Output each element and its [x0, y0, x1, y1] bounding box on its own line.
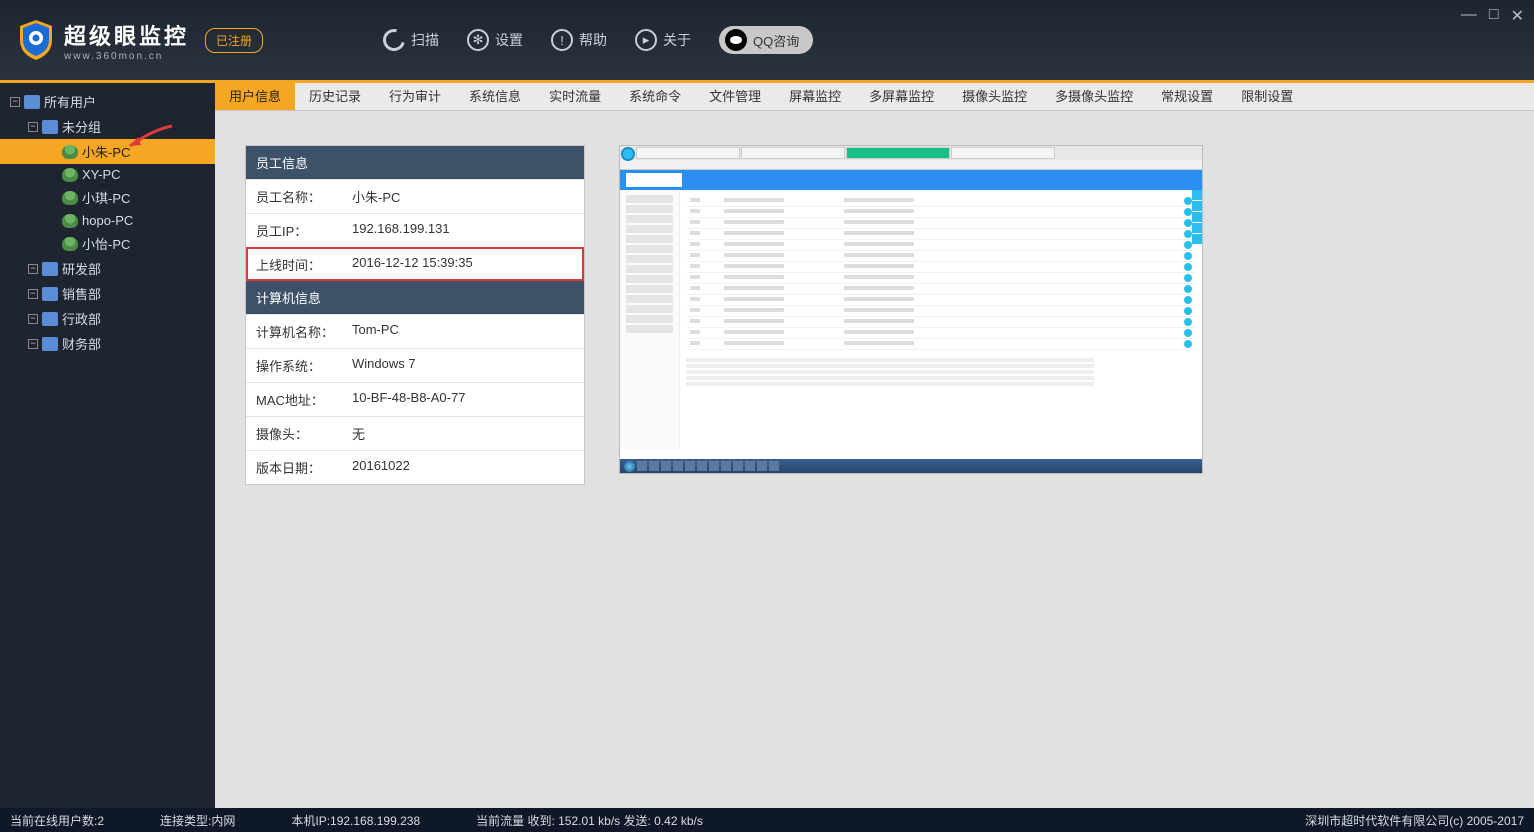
row-online-time: 上线时间：2016-12-12 15:39:35 — [246, 247, 584, 281]
qq-consult-button[interactable]: QQ咨询 — [719, 26, 813, 54]
logo-shield-icon — [16, 18, 56, 62]
tab-system-info[interactable]: 系统信息 — [455, 83, 535, 110]
scan-button[interactable]: 扫描 — [383, 29, 439, 51]
settings-button[interactable]: ✻设置 — [467, 29, 523, 51]
tree-user-xiaozhu[interactable]: 小朱-PC — [0, 139, 215, 164]
tab-file-manage[interactable]: 文件管理 — [695, 83, 775, 110]
row-mac: MAC地址：10-BF-48-B8-A0-77 — [246, 382, 584, 416]
logo-area: 超级眼监控 www.360mon.cn — [16, 18, 189, 62]
group-icon — [42, 337, 58, 351]
tree-user-hopo[interactable]: hopo-PC — [0, 210, 215, 231]
close-button[interactable]: ✕ — [1511, 6, 1524, 26]
help-icon: ! — [551, 29, 573, 51]
registered-badge[interactable]: 已注册 — [205, 28, 263, 53]
window-controls: — □ ✕ — [1461, 6, 1524, 26]
user-icon — [62, 145, 78, 159]
maximize-button[interactable]: □ — [1489, 6, 1499, 26]
row-computer-name: 计算机名称：Tom-PC — [246, 314, 584, 348]
tree-group-rd[interactable]: −研发部 — [0, 256, 215, 281]
row-employee-name: 员工名称：小朱-PC — [246, 179, 584, 213]
user-icon — [62, 237, 78, 251]
status-bar: 当前在线用户数:2 连接类型:内网 本机IP:192.168.199.238 当… — [0, 808, 1534, 832]
tree-user-xiaoyi[interactable]: 小怡-PC — [0, 231, 215, 256]
status-conn-type: 连接类型:内网 — [160, 812, 235, 829]
status-online-count: 当前在线用户数:2 — [10, 812, 104, 829]
row-os: 操作系统：Windows 7 — [246, 348, 584, 382]
collapse-icon[interactable]: − — [28, 122, 38, 132]
collapse-icon[interactable]: − — [28, 289, 38, 299]
group-icon — [42, 287, 58, 301]
qq-penguin-icon — [725, 29, 747, 51]
tab-history[interactable]: 历史记录 — [295, 83, 375, 110]
tree-user-xy[interactable]: XY-PC — [0, 164, 215, 185]
group-icon — [42, 120, 58, 134]
tree-root-all-users[interactable]: −所有用户 — [0, 89, 215, 114]
employee-info-header: 员工信息 — [246, 146, 584, 179]
tree-group-ungrouped[interactable]: −未分组 — [0, 114, 215, 139]
user-icon — [62, 191, 78, 205]
tab-realtime-traffic[interactable]: 实时流量 — [535, 83, 615, 110]
tree-group-finance[interactable]: −财务部 — [0, 331, 215, 356]
row-employee-ip: 员工IP：192.168.199.131 — [246, 213, 584, 247]
tree-group-sales[interactable]: −销售部 — [0, 281, 215, 306]
scan-icon — [379, 25, 409, 55]
collapse-icon[interactable]: − — [28, 339, 38, 349]
status-local-ip: 本机IP:192.168.199.238 — [291, 812, 420, 829]
tree-group-admin[interactable]: −行政部 — [0, 306, 215, 331]
tab-general-settings[interactable]: 常规设置 — [1147, 83, 1227, 110]
content-area: 员工信息 员工名称：小朱-PC 员工IP：192.168.199.131 上线时… — [215, 111, 1534, 808]
computer-info-header: 计算机信息 — [246, 281, 584, 314]
minimize-button[interactable]: — — [1461, 6, 1477, 26]
tab-bar: 用户信息 历史记录 行为审计 系统信息 实时流量 系统命令 文件管理 屏幕监控 … — [215, 83, 1534, 111]
collapse-icon[interactable]: − — [28, 314, 38, 324]
main-panel: 用户信息 历史记录 行为审计 系统信息 实时流量 系统命令 文件管理 屏幕监控 … — [215, 83, 1534, 808]
tab-restrict-settings[interactable]: 限制设置 — [1227, 83, 1307, 110]
about-button[interactable]: ▸关于 — [635, 29, 691, 51]
app-url: www.360mon.cn — [64, 51, 189, 62]
tab-user-info[interactable]: 用户信息 — [215, 83, 295, 110]
app-title: 超级眼监控 — [64, 19, 189, 51]
collapse-icon[interactable]: − — [28, 264, 38, 274]
group-icon — [42, 262, 58, 276]
status-copyright: 深圳市超时代软件有限公司(c) 2005-2017 — [1305, 812, 1524, 829]
gear-icon: ✻ — [467, 29, 489, 51]
collapse-icon[interactable]: − — [10, 97, 20, 107]
row-camera: 摄像头：无 — [246, 416, 584, 450]
tab-multi-screen[interactable]: 多屏幕监控 — [855, 83, 948, 110]
help-button[interactable]: !帮助 — [551, 29, 607, 51]
tree-user-xiaoqi1[interactable]: 小琪-PC — [0, 185, 215, 210]
user-icon — [62, 214, 78, 228]
tab-camera-monitor[interactable]: 摄像头监控 — [948, 83, 1041, 110]
top-actions: 扫描 ✻设置 !帮助 ▸关于 QQ咨询 — [383, 26, 813, 54]
screenshot-thumbnail[interactable] — [619, 145, 1203, 474]
title-bar: 超级眼监控 www.360mon.cn 已注册 扫描 ✻设置 !帮助 ▸关于 Q… — [0, 0, 1534, 80]
about-icon: ▸ — [635, 29, 657, 51]
tab-behavior-audit[interactable]: 行为审计 — [375, 83, 455, 110]
tab-screen-monitor[interactable]: 屏幕监控 — [775, 83, 855, 110]
user-icon — [62, 168, 78, 182]
tab-system-cmd[interactable]: 系统命令 — [615, 83, 695, 110]
group-icon — [42, 312, 58, 326]
status-traffic: 当前流量 收到: 152.01 kb/s 发送: 0.42 kb/s — [476, 812, 703, 829]
tab-multi-camera[interactable]: 多摄像头监控 — [1041, 83, 1147, 110]
info-card: 员工信息 员工名称：小朱-PC 员工IP：192.168.199.131 上线时… — [245, 145, 585, 485]
sidebar-tree: −所有用户 −未分组 小朱-PC XY-PC 小琪-PC hopo-PC 小怡-… — [0, 83, 215, 808]
group-icon — [24, 95, 40, 109]
row-version-date: 版本日期：20161022 — [246, 450, 584, 484]
